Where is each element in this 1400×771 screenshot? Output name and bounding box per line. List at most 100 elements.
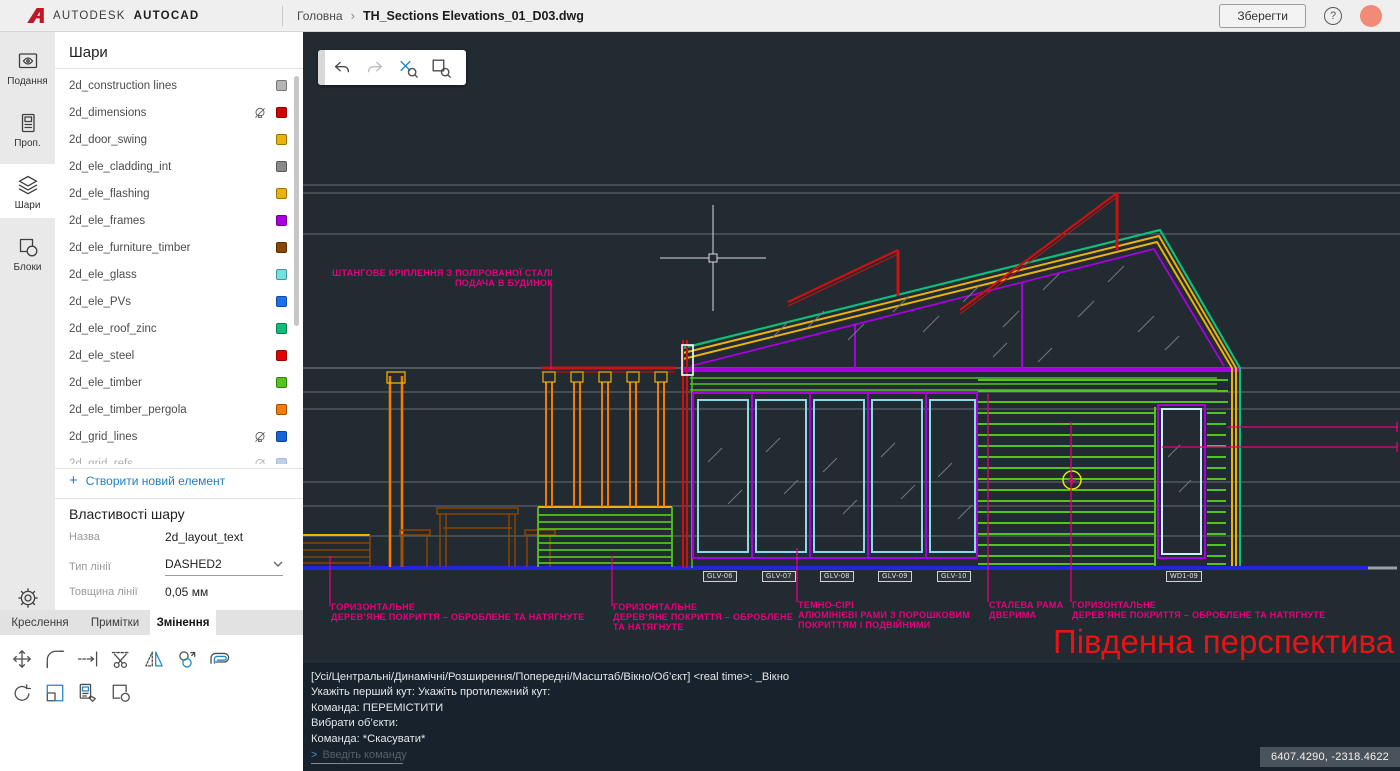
layer-name: 2d_ele_timber <box>69 376 142 389</box>
create-layer-link[interactable]: + Створити новий елемент <box>69 472 225 489</box>
layer-row[interactable]: 2d_ele_cladding_int <box>55 153 303 180</box>
layer-color-swatch[interactable] <box>276 350 287 361</box>
layer-name-value[interactable]: 2d_layout_text <box>165 530 243 544</box>
layer-color-swatch[interactable] <box>276 215 287 226</box>
autocad-logo-icon <box>26 6 45 25</box>
fillet-tool-icon[interactable] <box>43 647 67 671</box>
lineweight-value[interactable]: 0,05 мм <box>165 585 208 599</box>
blocks-icon <box>16 235 40 259</box>
layer-color-swatch[interactable] <box>276 296 287 307</box>
redo-icon[interactable] <box>358 53 391 83</box>
layer-color-swatch[interactable] <box>276 458 287 464</box>
layer-row[interactable]: 2d_ele_roof_zinc <box>55 315 303 342</box>
help-icon[interactable]: ? <box>1324 6 1342 25</box>
undo-icon[interactable] <box>325 53 358 83</box>
tool-row <box>10 647 295 671</box>
roof <box>682 228 1241 369</box>
sidebar-item-layers[interactable]: Шари <box>0 164 55 218</box>
linetype-select[interactable]: DASHED2 <box>165 557 283 576</box>
svg-text:ДЕРЕВ’ЯНЕ ПОКРИТТЯ – ОБРОБЛЕНЕ: ДЕРЕВ’ЯНЕ ПОКРИТТЯ – ОБРОБЛЕНЕ ТА НАТЯГН… <box>1072 610 1326 620</box>
layer-row[interactable]: 2d_ele_flashing <box>55 180 303 207</box>
move-tool-icon[interactable] <box>10 647 34 671</box>
layer-row[interactable]: 2d_construction lines <box>55 72 303 99</box>
svg-text:ДЕРЕВ’ЯНЕ ПОКРИТТЯ – ОБРОБЛЕНЕ: ДЕРЕВ’ЯНЕ ПОКРИТТЯ – ОБРОБЛЕНЕ ТА НАТЯГН… <box>331 612 585 622</box>
layer-row[interactable]: 2d_grid_refs <box>55 450 303 464</box>
layer-row[interactable]: 2d_ele_glass <box>55 261 303 288</box>
breadcrumb-filename: TH_Sections Elevations_01_D03.dwg <box>362 8 584 23</box>
layer-color-swatch[interactable] <box>276 80 287 91</box>
rotate-tool-icon[interactable] <box>10 681 34 705</box>
layer-list: 2d_construction lines 2d_dimensions 2d_doo… <box>55 72 303 464</box>
layer-color-swatch[interactable] <box>276 377 287 388</box>
layer-color-swatch[interactable] <box>276 431 287 442</box>
layer-hidden-bulb-icon[interactable] <box>253 106 267 120</box>
zoom-window-icon[interactable] <box>424 53 457 83</box>
layer-properties-title: Властивості шару <box>69 506 185 522</box>
note-timber-1: ГОРИЗОНТАЛЬНЕ <box>331 602 415 612</box>
command-history-line: Укажіть перший кут: Укажіть протилежний … <box>311 686 551 699</box>
layer-color-swatch[interactable] <box>276 404 287 415</box>
right-timber-slats <box>978 379 1228 566</box>
layer-row[interactable]: 2d_ele_steel <box>55 342 303 369</box>
layer-hidden-bulb-icon[interactable] <box>253 457 267 464</box>
views-icon <box>16 49 40 73</box>
layer-row[interactable]: 2d_ele_timber_pergola <box>55 396 303 423</box>
layer-name: 2d_ele_furniture_timber <box>69 241 191 254</box>
layer-color-swatch[interactable] <box>276 323 287 334</box>
canvas-toolbar <box>318 50 466 85</box>
layer-color-swatch[interactable] <box>276 161 287 172</box>
command-prompt-icon: > <box>311 749 318 762</box>
layer-color-swatch[interactable] <box>276 242 287 253</box>
trim-tool-icon[interactable] <box>109 647 133 671</box>
layer-color-swatch[interactable] <box>276 107 287 118</box>
ground-line <box>303 566 1397 570</box>
match-properties-tool-icon[interactable] <box>76 681 100 705</box>
command-input[interactable]: > Введіть команду <box>311 749 407 765</box>
sidebar-item-views[interactable]: Подання <box>0 40 55 94</box>
svg-text:ПОДАЧА В БУДИНОК: ПОДАЧА В БУДИНОК <box>455 278 553 288</box>
offset-tool-icon[interactable] <box>208 647 232 671</box>
layer-color-swatch[interactable] <box>276 134 287 145</box>
layer-list-scrollbar[interactable] <box>294 76 299 326</box>
copy-tool-icon[interactable] <box>175 647 199 671</box>
layer-hidden-bulb-icon[interactable] <box>253 430 267 444</box>
sidebar-item-blocks[interactable]: Блоки <box>0 226 55 280</box>
toolbar-drag-handle[interactable] <box>318 50 325 85</box>
zoom-selection-icon[interactable] <box>391 53 424 83</box>
layer-row[interactable]: 2d_door_swing <box>55 126 303 153</box>
extend-tool-icon[interactable] <box>76 647 100 671</box>
layer-row[interactable]: 2d_ele_timber <box>55 369 303 396</box>
ribbon-tabs: Креслення Примітки Змінення <box>0 610 303 635</box>
topbar-actions: Зберегти ? <box>1219 3 1400 28</box>
tab-draw[interactable]: Креслення <box>0 610 80 635</box>
drawing-canvas[interactable]: ШТАНГОВЕ КРІПЛЕННЯ З ПОЛІРОВАНОЇ СТАЛІ П… <box>303 32 1400 771</box>
avatar[interactable] <box>1360 4 1382 27</box>
layer-name: 2d_ele_cladding_int <box>69 160 172 173</box>
breadcrumb-home-link[interactable]: Головна <box>297 9 343 23</box>
command-history-line: Вибрати об’єкти: <box>311 717 399 730</box>
layer-row[interactable]: 2d_grid_lines <box>55 423 303 450</box>
plus-icon: + <box>69 472 78 489</box>
tab-modify[interactable]: Змінення <box>150 610 216 635</box>
edit-block-tool-icon[interactable] <box>109 681 133 705</box>
sidebar-item-label: Шари <box>14 200 41 211</box>
save-button[interactable]: Зберегти <box>1219 3 1306 28</box>
clerestory-mullions <box>854 282 1023 368</box>
layer-color-swatch[interactable] <box>276 269 287 280</box>
mirror-tool-icon[interactable] <box>142 647 166 671</box>
divider <box>55 468 303 469</box>
tab-annotate[interactable]: Примітки <box>80 610 150 635</box>
timber-furniture <box>399 507 556 567</box>
sidebar-item-properties[interactable]: Проп. <box>0 102 55 156</box>
layer-row[interactable]: 2d_ele_PVs <box>55 288 303 315</box>
layer-row[interactable]: 2d_dimensions <box>55 99 303 126</box>
layer-color-swatch[interactable] <box>276 188 287 199</box>
brand: AUTODESK AUTOCAD <box>0 6 282 25</box>
brand-autocad: AUTOCAD <box>133 9 200 22</box>
layer-row[interactable]: 2d_ele_furniture_timber <box>55 234 303 261</box>
layer-name-label: Назва <box>69 531 100 543</box>
brand-autodesk: AUTODESK <box>53 9 126 22</box>
scale-tool-icon[interactable] <box>43 681 67 705</box>
layer-name: 2d_construction lines <box>69 79 178 92</box>
layer-row[interactable]: 2d_ele_frames <box>55 207 303 234</box>
